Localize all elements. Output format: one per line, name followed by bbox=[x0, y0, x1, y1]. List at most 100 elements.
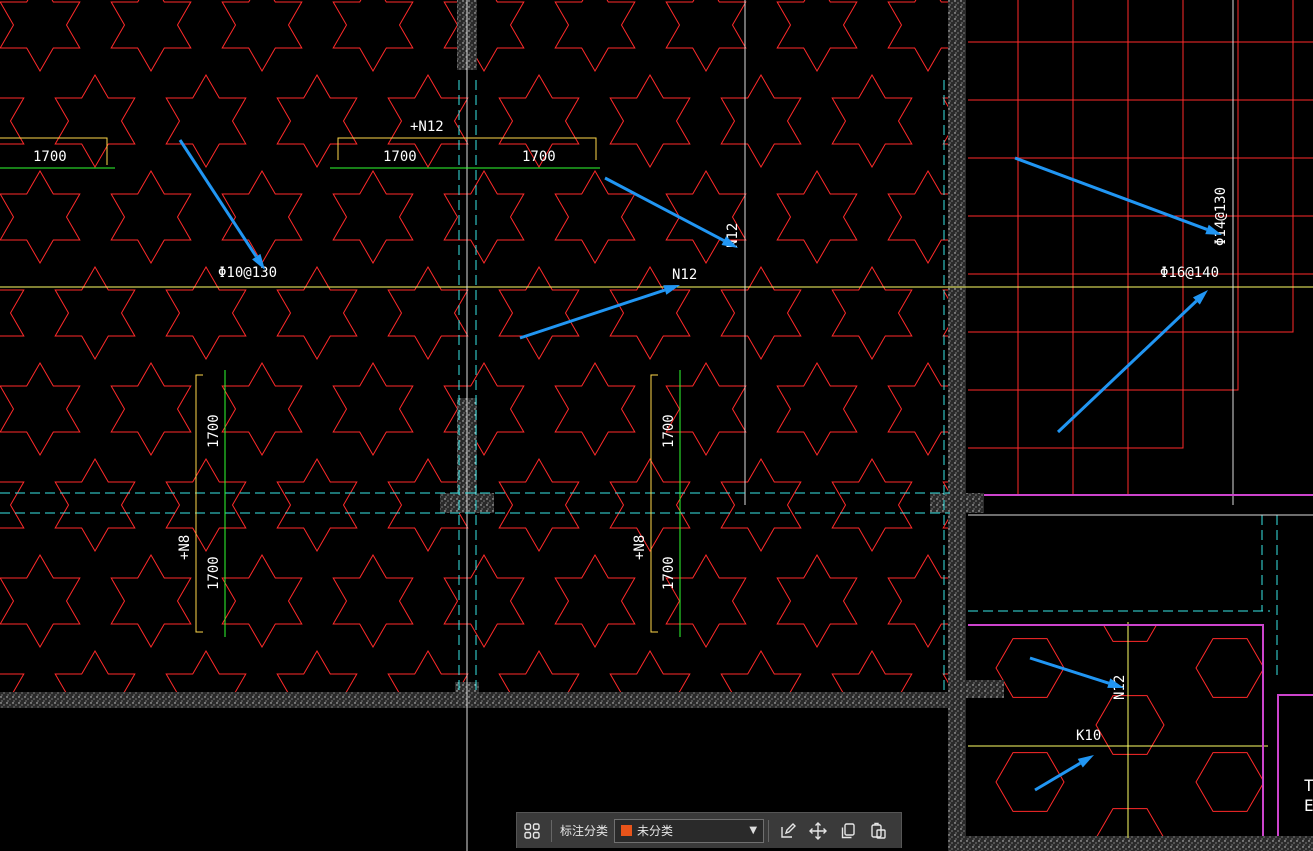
hatch-star bbox=[221, 0, 303, 72]
hatch-star bbox=[0, 362, 81, 456]
hatch-star bbox=[999, 171, 1079, 263]
hatch-star bbox=[0, 289, 25, 337]
hatch-star bbox=[333, 747, 413, 839]
edit-icon[interactable] bbox=[773, 816, 803, 846]
annotation-arrow-shaft bbox=[1056, 299, 1198, 434]
hatch-star bbox=[609, 74, 691, 168]
hatch-hexagon bbox=[1195, 638, 1263, 698]
category-select[interactable]: 未分类 ▼ bbox=[614, 818, 765, 843]
wall-stub-right bbox=[966, 680, 1004, 698]
wall-cap-right bbox=[930, 493, 984, 513]
annotation-arrow-shaft bbox=[519, 288, 666, 340]
chevron-down-icon: ▼ bbox=[749, 825, 758, 836]
hatch-star bbox=[443, 554, 525, 648]
hatch-star bbox=[609, 458, 691, 552]
hatch-star bbox=[110, 362, 192, 456]
dim-label-3: 1700 bbox=[522, 149, 556, 165]
annotation-arrow-shaft bbox=[1014, 156, 1208, 231]
hatch-step bbox=[968, 99, 1313, 449]
dim-bracket-vleft bbox=[195, 374, 203, 633]
label-phi16: Φ16@140 bbox=[1160, 265, 1219, 281]
hatch-step bbox=[968, 41, 1313, 391]
hatch-star bbox=[276, 266, 358, 360]
hatch-star bbox=[444, 747, 524, 839]
hatch-star bbox=[665, 0, 747, 72]
grid-icon[interactable] bbox=[517, 816, 547, 846]
hatch-star bbox=[498, 458, 580, 552]
step-hatch-pattern bbox=[908, 0, 1313, 495]
wall-bottom-right bbox=[966, 836, 1313, 851]
hatch-star bbox=[221, 362, 303, 456]
hatch-star bbox=[165, 74, 247, 168]
hatch-hexagon bbox=[995, 752, 1065, 812]
hatch-star bbox=[221, 170, 303, 264]
axis-lines bbox=[0, 0, 1313, 851]
hatch-star bbox=[221, 554, 303, 648]
dimensions: 1700 1700 1700 1700 1700 1700 1700 bbox=[0, 137, 681, 637]
annotation-arrow-shaft bbox=[1029, 656, 1110, 685]
hatch-step bbox=[968, 0, 1184, 217]
hatch-star bbox=[776, 0, 858, 72]
hatch-star bbox=[776, 170, 858, 264]
annotation-arrow-shaft bbox=[1034, 761, 1082, 792]
label-k10: K10 bbox=[1076, 728, 1101, 744]
hatch-star bbox=[999, 555, 1079, 647]
hatch-star bbox=[720, 74, 802, 168]
cad-drawing-canvas[interactable]: 1700 1700 1700 1700 1700 1700 1700 +N12 … bbox=[0, 0, 1313, 851]
hatch-star bbox=[554, 0, 636, 72]
hatch-star bbox=[54, 458, 136, 552]
hatch-star bbox=[498, 266, 580, 360]
label-edge-e: E bbox=[1304, 796, 1313, 815]
annotation-arrow-shaft bbox=[604, 176, 725, 242]
wall-right-vertical bbox=[948, 0, 966, 851]
hatch-step bbox=[968, 0, 1239, 275]
hatch-star bbox=[1054, 267, 1134, 359]
hatch-star bbox=[54, 266, 136, 360]
hatch-star bbox=[999, 0, 1079, 71]
hatch-star bbox=[831, 74, 913, 168]
hatch-hexagon bbox=[1195, 752, 1263, 812]
dim-label-7: 1700 bbox=[661, 556, 677, 590]
hatch-star bbox=[665, 362, 747, 456]
hatch-star bbox=[332, 362, 414, 456]
hatch-star bbox=[276, 458, 358, 552]
hatch-star bbox=[554, 362, 636, 456]
hatch-hexagon bbox=[1102, 625, 1158, 642]
hatch-step bbox=[908, 0, 1313, 42]
dim-label-2: 1700 bbox=[383, 149, 417, 165]
hatch-step bbox=[1072, 215, 1313, 495]
hatch-star bbox=[776, 554, 858, 648]
dim-bracket-vright bbox=[650, 374, 658, 633]
hatch-star bbox=[999, 363, 1079, 455]
copy-icon[interactable] bbox=[833, 816, 863, 846]
move-icon[interactable] bbox=[803, 816, 833, 846]
hatch-star bbox=[443, 362, 525, 456]
hatch-star bbox=[443, 0, 525, 72]
toolbar-divider bbox=[551, 819, 552, 842]
hatch-star bbox=[0, 481, 25, 529]
hatch-star bbox=[554, 554, 636, 648]
annotation-arrow-shaft bbox=[178, 139, 258, 258]
paste-icon[interactable] bbox=[863, 816, 893, 846]
hatch-star bbox=[0, 0, 81, 72]
hatch-star bbox=[1054, 459, 1134, 551]
purple-boundaries bbox=[968, 494, 1313, 836]
hatch-step bbox=[1127, 273, 1313, 495]
hatch-star bbox=[720, 458, 802, 552]
hatch-star bbox=[332, 0, 414, 72]
hatch-star bbox=[110, 554, 192, 648]
annotation-toolbar: 标注分类 未分类 ▼ bbox=[516, 812, 902, 848]
hatch-star bbox=[0, 554, 81, 648]
category-color-swatch bbox=[621, 825, 633, 836]
hatch-star bbox=[776, 362, 858, 456]
dim-label-4: 1700 bbox=[206, 414, 222, 448]
hatch-star bbox=[999, 747, 1079, 839]
label-n12-top: +N12 bbox=[410, 119, 444, 135]
hatch-star bbox=[276, 74, 358, 168]
hatch-step bbox=[968, 0, 1074, 101]
hatch-star bbox=[0, 170, 81, 264]
hatch-star bbox=[831, 458, 913, 552]
hatch-star bbox=[110, 170, 192, 264]
category-label: 标注分类 bbox=[560, 824, 609, 838]
hatch-star bbox=[0, 747, 80, 839]
